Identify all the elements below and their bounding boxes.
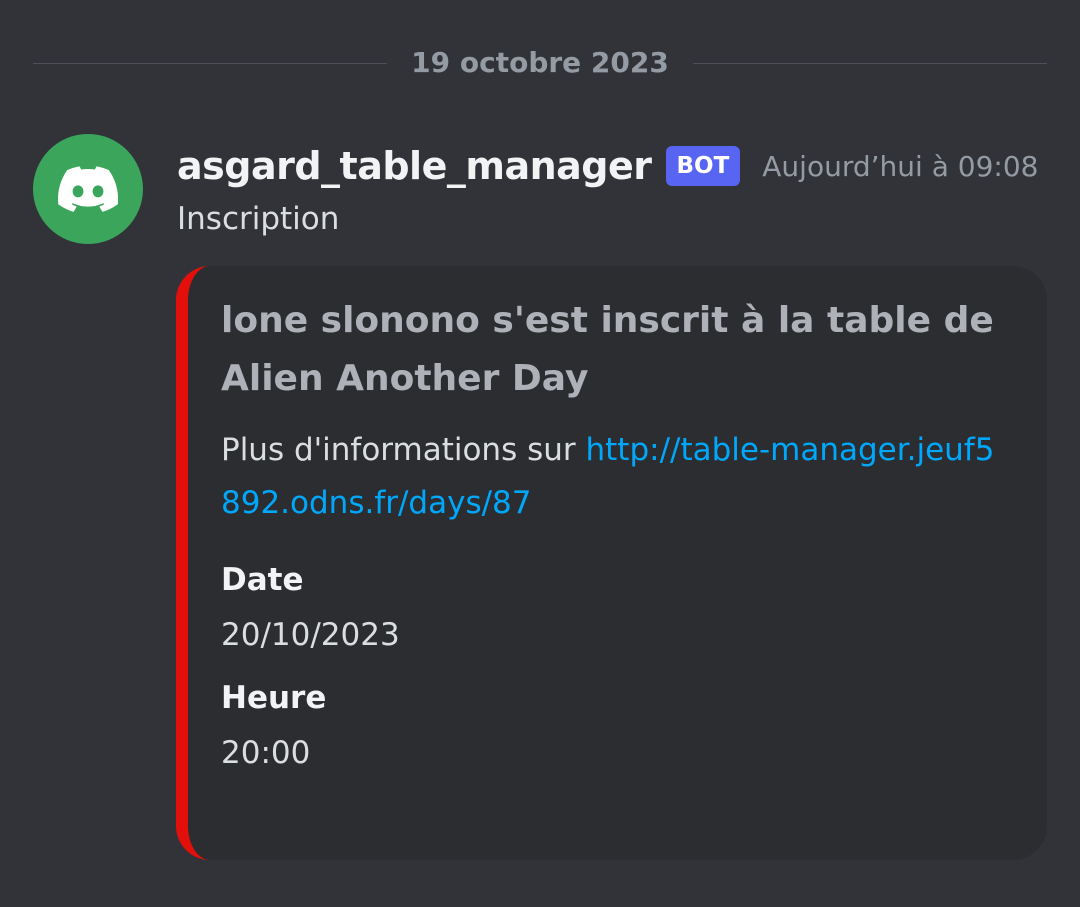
message-content: Inscription <box>177 201 340 237</box>
discord-logo-icon <box>58 166 118 212</box>
message-header: asgard_table_manager BOT Aujourd’hui à 0… <box>177 140 1038 192</box>
field-value: 20/10/2023 <box>221 617 400 653</box>
embed-description-text: Plus d'informations sur <box>221 432 586 468</box>
avatar[interactable] <box>33 134 143 244</box>
date-divider: 19 octobre 2023 <box>33 44 1047 82</box>
divider-date-label: 19 octobre 2023 <box>411 46 669 79</box>
divider-line-right <box>692 62 1047 64</box>
embed-body: lone slonono s'est inscrit à la table de… <box>221 292 1011 782</box>
embed-description: Plus d'informations sur http://table-man… <box>221 424 1011 530</box>
message-timestamp: Aujourd’hui à 09:08 <box>762 150 1039 183</box>
divider-line-left <box>33 62 388 64</box>
username[interactable]: asgard_table_manager <box>177 141 652 191</box>
embed-field-heure: Heure 20:00 <box>221 672 1011 782</box>
field-value: 20:00 <box>221 735 311 771</box>
bot-badge: BOT <box>665 146 741 186</box>
embed-field-date: Date 20/10/2023 <box>221 554 1011 664</box>
field-name: Heure <box>221 680 327 716</box>
embed-title: lone slonono s'est inscrit à la table de… <box>221 300 994 399</box>
field-name: Date <box>221 562 304 598</box>
message-embed: lone slonono s'est inscrit à la table de… <box>176 266 1047 860</box>
